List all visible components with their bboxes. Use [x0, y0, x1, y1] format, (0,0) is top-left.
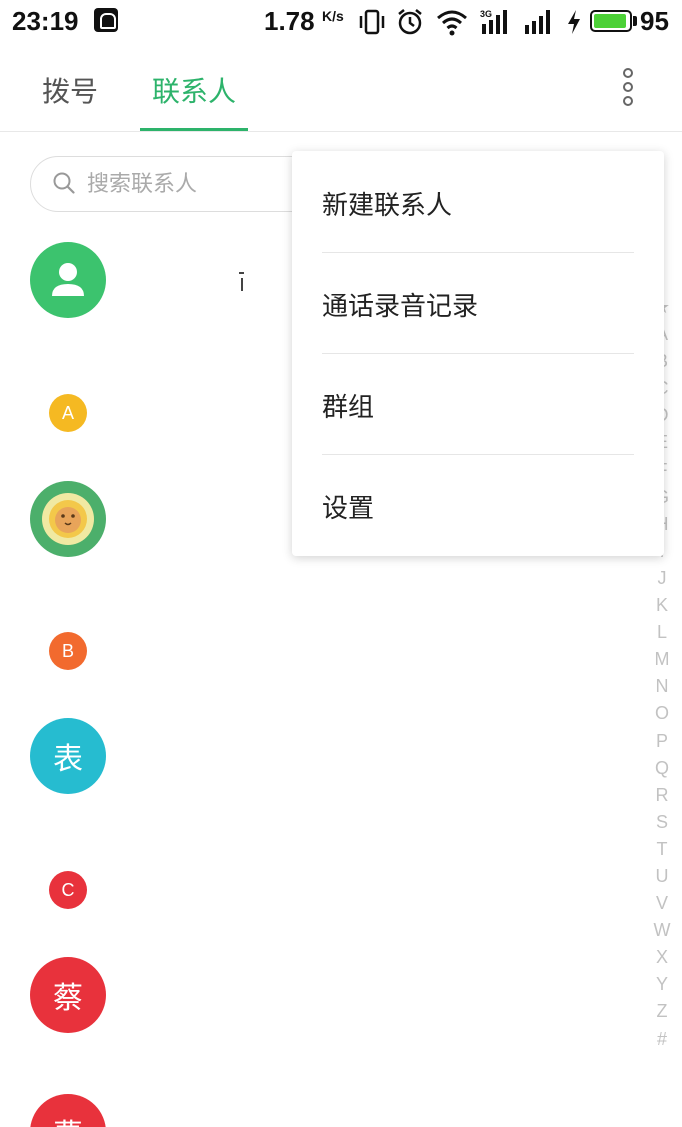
battery-level-fill [594, 14, 627, 28]
status-time: 23:19 [12, 6, 79, 36]
my-profile-avatar[interactable] [30, 242, 106, 318]
alphabet-index-letter[interactable]: K [648, 592, 676, 619]
section-letter-a: A [49, 394, 87, 432]
alphabet-index-letter[interactable]: T [648, 836, 676, 863]
search-box[interactable] [30, 156, 330, 212]
network-speed: 1.78 [264, 6, 315, 36]
tab-contacts[interactable]: 联系人 [152, 70, 236, 110]
alphabet-index-letter[interactable]: Z [648, 998, 676, 1025]
alphabet-index-letter[interactable]: W [648, 917, 676, 944]
menu-item-settings[interactable]: 设置 [292, 454, 664, 555]
charging-icon [568, 10, 580, 34]
alphabet-index-letter[interactable]: R [648, 782, 676, 809]
search-icon [53, 172, 75, 194]
status-bar: 23:19 1.78 K/s 3G 95 [0, 0, 682, 44]
signal-3g-icon: 3G [480, 9, 507, 34]
alphabet-index-letter[interactable]: S [648, 809, 676, 836]
more-options-icon[interactable] [616, 68, 640, 108]
menu-item-label: 设置 [322, 494, 375, 524]
contact-avatar[interactable]: 蔡 [30, 957, 106, 1033]
alphabet-index-letter[interactable]: O [648, 700, 676, 727]
lion-avatar-icon [30, 481, 106, 557]
alphabet-index-letter[interactable]: L [648, 619, 676, 646]
alarm-icon [398, 9, 422, 35]
active-tab-indicator [140, 128, 248, 131]
network-speed-unit: K/s [322, 8, 344, 24]
section-letter-b: B [49, 632, 87, 670]
menu-item-call-recordings[interactable]: 通话录音记录 [292, 252, 664, 353]
alphabet-index-letter[interactable]: P [648, 728, 676, 755]
tab-dial[interactable]: 拨号 [42, 70, 98, 110]
alphabet-index-letter[interactable]: J [648, 565, 676, 592]
menu-item-label: 通话录音记录 [322, 292, 479, 322]
menu-item-label: 新建联系人 [322, 191, 453, 221]
contact-avatar[interactable] [30, 481, 106, 557]
alphabet-index-letter[interactable]: V [648, 890, 676, 917]
overflow-menu: 新建联系人 通话录音记录 群组 设置 [292, 151, 664, 556]
person-icon [30, 242, 106, 318]
search-input[interactable] [87, 169, 307, 199]
contact-avatar[interactable]: 曹 [30, 1094, 106, 1127]
alphabet-index-letter[interactable]: Y [648, 971, 676, 998]
vibrate-icon [359, 9, 385, 35]
battery-percent: 95 [640, 6, 669, 36]
tab-bar: 拨号 联系人 [0, 44, 682, 132]
alphabet-index-letter[interactable]: X [648, 944, 676, 971]
section-letter-c: C [49, 871, 87, 909]
menu-item-groups[interactable]: 群组 [292, 353, 664, 454]
alphabet-index-letter[interactable]: M [648, 646, 676, 673]
battery-icon [590, 10, 632, 32]
contact-avatar[interactable]: 表 [30, 718, 106, 794]
menu-item-new-contact[interactable]: 新建联系人 [292, 151, 664, 252]
battery-tip [633, 16, 637, 26]
svg-text:3G: 3G [480, 9, 492, 19]
alphabet-index-letter[interactable]: Q [648, 755, 676, 782]
menu-item-label: 群组 [322, 393, 375, 423]
alphabet-index-letter[interactable]: # [648, 1026, 676, 1053]
wifi-icon [437, 10, 467, 36]
alphabet-index-letter[interactable]: U [648, 863, 676, 890]
profile-name-fragment [239, 272, 244, 291]
notification-icon [94, 8, 118, 32]
alphabet-index-letter[interactable]: N [648, 673, 676, 700]
signal-icon [525, 10, 550, 34]
